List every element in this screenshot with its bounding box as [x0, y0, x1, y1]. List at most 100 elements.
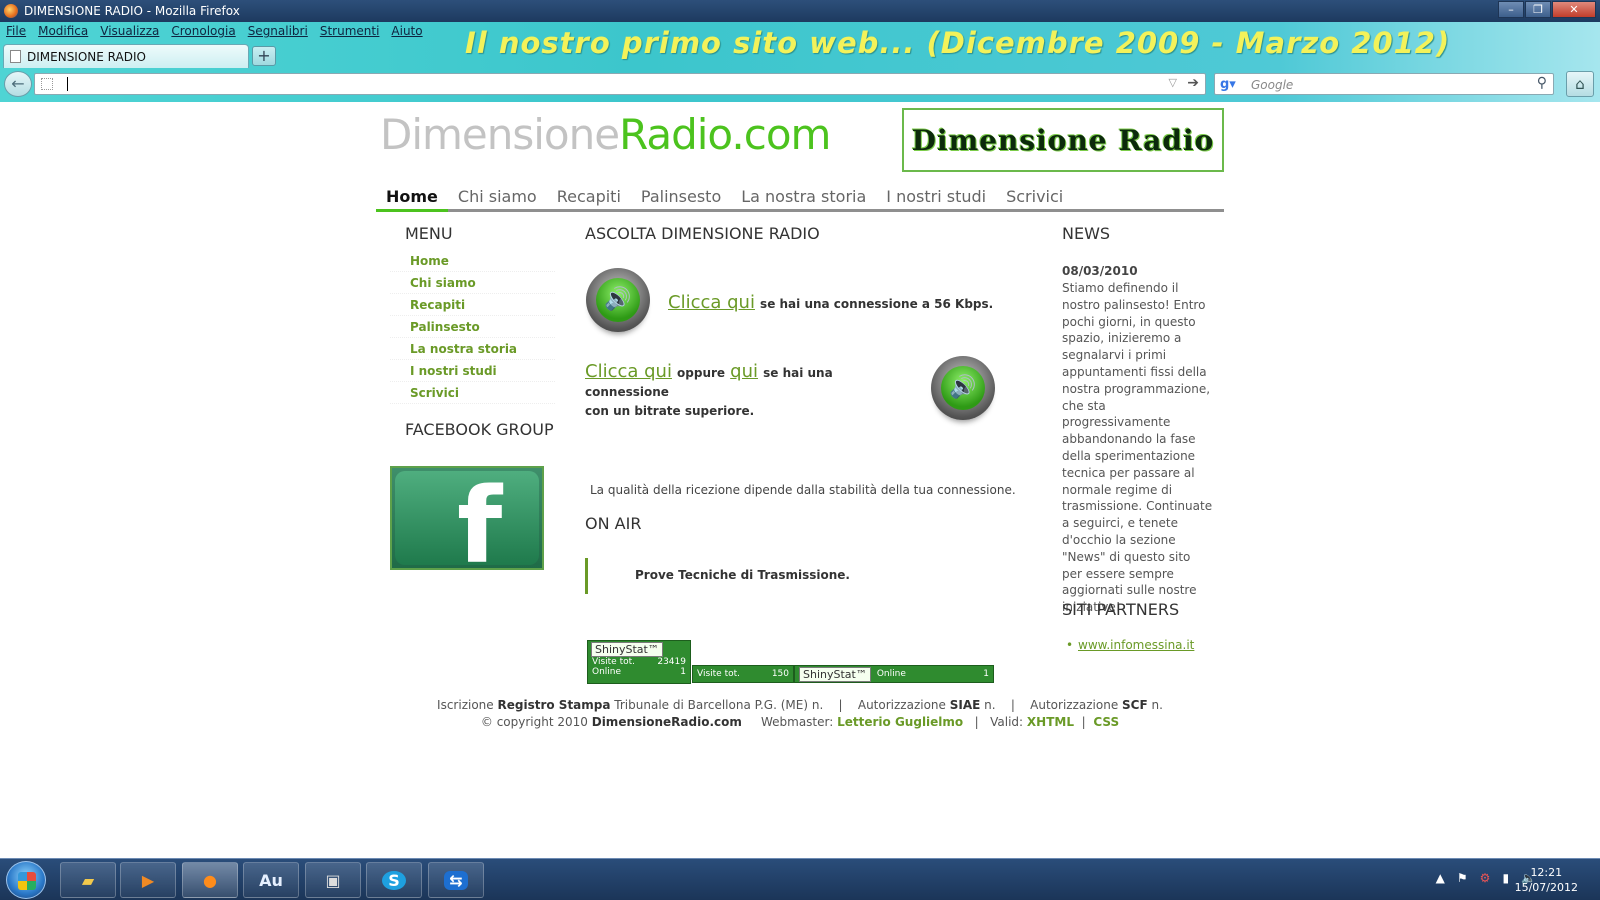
- side-menu-la-nostra-storia[interactable]: La nostra storia: [390, 338, 555, 360]
- listen-56k-text: se hai una connessione a 56 Kbps.: [760, 297, 994, 311]
- top-navigation: Home Chi siamo Recapiti Palinsesto La no…: [376, 182, 1224, 212]
- search-icon[interactable]: ⚲: [1537, 75, 1547, 91]
- side-menu-palinsesto[interactable]: Palinsesto: [390, 316, 555, 338]
- footer-separator: |: [1081, 715, 1086, 729]
- visits-label-2: Visite tot.: [697, 669, 741, 679]
- listen-hq-link[interactable]: Clicca qui: [585, 361, 672, 382]
- footer-separator: |: [838, 698, 843, 712]
- start-button[interactable]: [6, 861, 46, 899]
- shinystat-counter-1[interactable]: ShinyStat™ Visite tot. 23419 Online 1: [587, 640, 691, 684]
- menu-modifica[interactable]: Modifica: [32, 22, 94, 42]
- menu-cronologia[interactable]: Cronologia: [165, 22, 241, 42]
- side-menu-recapiti[interactable]: Recapiti: [390, 294, 555, 316]
- google-icon[interactable]: g▾: [1220, 77, 1236, 93]
- footer-text: Tribunale di Barcellona P.G. (ME) n.: [614, 698, 824, 712]
- menu-bar: File Modifica Visualizza Cronologia Segn…: [0, 22, 429, 42]
- audition-icon: Au: [259, 870, 283, 890]
- onair-bar: [585, 558, 588, 594]
- browser-tab[interactable]: DIMENSIONE RADIO: [3, 44, 249, 68]
- xhtml-link[interactable]: XHTML: [1027, 715, 1074, 729]
- nav-home[interactable]: Home: [376, 182, 448, 212]
- site-identity-icon[interactable]: [41, 78, 53, 90]
- news-date: 08/03/2010: [1062, 264, 1138, 278]
- listen-heading: ASCOLTA DIMENSIONE RADIO: [585, 224, 820, 243]
- side-menu-home[interactable]: Home: [390, 250, 555, 272]
- speaker-icon-2[interactable]: 🔊: [931, 356, 995, 420]
- online-value: 1: [680, 667, 686, 677]
- taskbar-explorer[interactable]: ▰: [60, 862, 116, 898]
- menu-aiuto[interactable]: Aiuto: [385, 22, 428, 42]
- webmaster-link[interactable]: Letterio Guglielmo: [837, 715, 963, 729]
- safely-remove-icon[interactable]: ⚙: [1480, 871, 1491, 885]
- side-menu-chi-siamo[interactable]: Chi siamo: [390, 272, 555, 294]
- footer-line-1: Iscrizione Registro Stampa Tribunale di …: [0, 697, 1600, 714]
- url-bar[interactable]: ▽ ➔: [34, 73, 1206, 95]
- nav-palinsesto[interactable]: Palinsesto: [631, 182, 731, 209]
- footer-text: n.: [1151, 698, 1163, 712]
- online-label: Online: [592, 667, 622, 677]
- network-icon[interactable]: ▮: [1502, 871, 1509, 885]
- menu-segnalibri[interactable]: Segnalibri: [242, 22, 314, 42]
- taskbar-audio-recorder[interactable]: ▣: [305, 862, 361, 898]
- window-controls: – ❐ ✕: [1498, 1, 1596, 18]
- site-logo[interactable]: DimensioneRadio.com: [380, 110, 831, 159]
- taskbar-firefox[interactable]: ●: [182, 862, 238, 898]
- page-icon: [10, 50, 21, 63]
- nav-chi-siamo[interactable]: Chi siamo: [448, 182, 547, 209]
- nav-i-nostri-studi[interactable]: I nostri studi: [876, 182, 996, 209]
- quality-note: La qualità della ricezione dipende dalla…: [590, 483, 1016, 497]
- folder-icon: ▰: [81, 870, 95, 890]
- online-label-2: Online: [876, 669, 906, 679]
- shinystat-counter-2[interactable]: Visite tot. 150: [692, 665, 794, 683]
- side-menu-scrivici[interactable]: Scrivici: [390, 382, 555, 404]
- menu-visualizza[interactable]: Visualizza: [94, 22, 165, 42]
- footer-bold: SIAE: [949, 698, 981, 712]
- minimize-button[interactable]: –: [1498, 1, 1524, 18]
- partners-heading: SITI PARTNERS: [1062, 600, 1180, 619]
- menu-file[interactable]: File: [0, 22, 32, 42]
- speaker-icon[interactable]: 🔊: [586, 268, 650, 332]
- facebook-group-link[interactable]: f: [390, 466, 544, 570]
- css-link[interactable]: CSS: [1093, 715, 1119, 729]
- taskbar-media-player[interactable]: ▶: [120, 862, 176, 898]
- taskbar-audition[interactable]: Au: [243, 862, 299, 898]
- footer-text: Iscrizione: [437, 698, 494, 712]
- search-bar[interactable]: g▾ Google ⚲: [1214, 73, 1554, 95]
- visits-value: 23419: [657, 657, 686, 667]
- go-arrow-icon[interactable]: ➔: [1187, 75, 1199, 91]
- action-center-flag-icon[interactable]: ⚑: [1457, 871, 1468, 885]
- new-tab-button[interactable]: +: [252, 46, 276, 66]
- listen-hq-link2[interactable]: qui: [730, 361, 758, 382]
- home-button[interactable]: ⌂: [1566, 71, 1594, 97]
- listen-56k-link[interactable]: Clicca qui: [668, 292, 755, 313]
- show-hidden-icons[interactable]: ▲: [1436, 871, 1445, 885]
- maximize-button[interactable]: ❐: [1525, 1, 1551, 18]
- taskbar-skype[interactable]: S: [366, 862, 422, 898]
- menu-strumenti[interactable]: Strumenti: [314, 22, 386, 42]
- window-title: DIMENSIONE RADIO - Mozilla Firefox: [24, 4, 240, 18]
- logo-banner-text: Dimensione Radio: [911, 123, 1215, 157]
- visits-label: Visite tot.: [592, 657, 636, 667]
- menu-heading: MENU: [405, 224, 453, 243]
- shinystat-logo-2: ShinyStat™: [799, 666, 871, 682]
- persona-banner-text: Il nostro primo sito web... (Dicembre 20…: [465, 26, 1451, 60]
- shinystat-counter-3[interactable]: ShinyStat™ Online 1: [794, 665, 994, 683]
- url-dropdown-icon[interactable]: ▽: [1169, 76, 1177, 89]
- nav-scrivici[interactable]: Scrivici: [996, 182, 1073, 209]
- partner-link[interactable]: www.infomessina.it: [1066, 638, 1194, 652]
- browser-chrome: File Modifica Visualizza Cronologia Segn…: [0, 22, 1600, 102]
- nav-la-nostra-storia[interactable]: La nostra storia: [731, 182, 876, 209]
- firefox-icon: [4, 4, 18, 18]
- close-button[interactable]: ✕: [1552, 1, 1596, 18]
- clock-date: 15/07/2012: [1514, 881, 1578, 894]
- skype-icon: S: [382, 870, 406, 890]
- taskbar-teamviewer[interactable]: ⇆: [428, 862, 484, 898]
- footer-bold: SCF: [1122, 698, 1148, 712]
- footer-line-2: © copyright 2010 DimensioneRadio.com Web…: [0, 714, 1600, 731]
- footer-bold: DimensioneRadio.com: [591, 715, 742, 729]
- nav-recapiti[interactable]: Recapiti: [547, 182, 631, 209]
- onair-text: Prove Tecniche di Trasmissione.: [635, 568, 850, 582]
- taskbar-clock[interactable]: 12:21 15/07/2012: [1515, 865, 1578, 895]
- side-menu-i-nostri-studi[interactable]: I nostri studi: [390, 360, 555, 382]
- back-button[interactable]: ←: [4, 71, 32, 97]
